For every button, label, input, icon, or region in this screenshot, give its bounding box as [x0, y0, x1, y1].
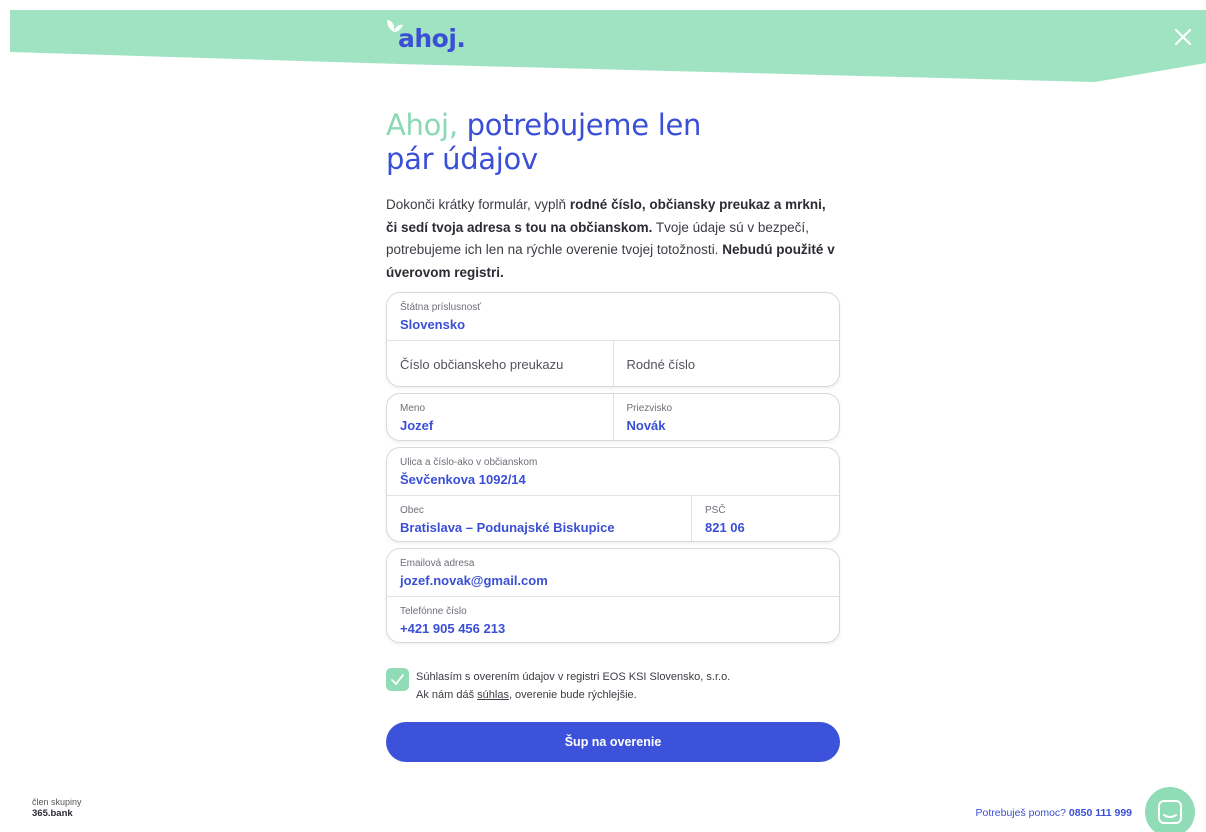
email-label: Emailová adresa [400, 558, 475, 569]
title-line2: pár údajov [386, 142, 538, 176]
nationality-label: Štátna príslusnosť [400, 302, 482, 313]
city-row: Obec Bratislava – Podunajské Biskupice P… [387, 495, 839, 541]
header-banner: ahoj. [0, 0, 1206, 90]
first-name-field[interactable]: Meno Jozef [387, 394, 613, 440]
consent-checkbox[interactable] [386, 668, 409, 691]
intro-paragraph: Dokonči krátky formulár, vyplň rodné čís… [386, 194, 840, 284]
banner-background [10, 10, 1206, 82]
name-card: Meno Jozef Priezvisko Novák [386, 393, 840, 441]
email-row: Emailová adresa jozef.novak@gmail.com [387, 549, 839, 596]
phone-label: Telefónne číslo [400, 606, 467, 617]
help-text: Potrebuješ pomoc? [975, 807, 1069, 819]
id-card-number-field[interactable]: Číslo občianskeho preukazu [387, 341, 613, 386]
last-name-value: Novák [626, 418, 666, 433]
submit-verification-button[interactable]: Šup na overenie [386, 722, 840, 762]
birth-number-field[interactable]: Rodné číslo [612, 341, 840, 386]
member-text: člen skupiny [32, 797, 82, 807]
group-membership: člen skupiny 365.bank [32, 797, 82, 819]
zip-field[interactable]: PSČ 821 06 [691, 496, 839, 541]
nationality-row: Štátna príslusnosť Slovensko [387, 293, 839, 340]
consent-text: Súhlasím s overením údajov v registri EO… [416, 668, 730, 704]
last-name-field[interactable]: Priezvisko Novák [612, 394, 840, 440]
ahoj-logo[interactable]: ahoj. [384, 18, 474, 58]
street-label: Ulica a číslo-ako v občianskom [400, 457, 538, 468]
group-brand-logo[interactable]: 365.bank [32, 808, 82, 819]
chat-icon [1158, 800, 1182, 824]
chat-button[interactable] [1145, 787, 1195, 832]
nationality-field[interactable]: Štátna príslusnosť Slovensko [387, 293, 839, 340]
last-name-label: Priezvisko [626, 403, 673, 414]
nationality-value: Slovensko [400, 317, 466, 332]
consent-link[interactable]: súhlas [477, 689, 509, 701]
zip-value: 821 06 [705, 520, 745, 535]
city-value: Bratislava – Podunajské Biskupice [400, 520, 615, 535]
title-greeting: Ahoj, [386, 108, 458, 142]
document-row: Číslo občianskeho preukazu Rodné číslo [387, 340, 840, 386]
phone-value: +421 905 456 213 [400, 621, 506, 636]
phone-row: Telefónne číslo +421 905 456 213 [387, 596, 839, 642]
close-button[interactable] [1170, 24, 1196, 50]
identity-card: Štátna príslusnosť Slovensko Číslo občia… [386, 292, 840, 387]
address-card: Ulica a číslo-ako v občianskom Ševčenkov… [386, 447, 840, 542]
street-row: Ulica a číslo-ako v občianskom Ševčenkov… [387, 448, 839, 495]
logo-text: ahoj. [398, 24, 466, 53]
street-value: Ševčenkova 1092/14 [400, 472, 526, 487]
city-field[interactable]: Obec Bratislava – Podunajské Biskupice [387, 496, 691, 541]
consent-line-2-end: , overenie bude rýchlejšie. [508, 689, 637, 701]
checkmark-icon [391, 674, 404, 685]
contact-card: Emailová adresa jozef.novak@gmail.com Te… [386, 548, 840, 643]
consent-line-1: Súhlasím s overením údajov v registri EO… [416, 671, 731, 683]
id-card-number-placeholder: Číslo občianskeho preukazu [400, 357, 564, 372]
title-rest: potrebujeme len [457, 108, 702, 142]
help-contact: Potrebuješ pomoc? 0850 111 999 [976, 807, 1132, 819]
first-name-label: Meno [400, 403, 426, 414]
email-value: jozef.novak@gmail.com [400, 573, 548, 588]
street-field[interactable]: Ulica a číslo-ako v občianskom Ševčenkov… [387, 448, 839, 495]
email-field[interactable]: Emailová adresa jozef.novak@gmail.com [387, 549, 839, 596]
name-row: Meno Jozef Priezvisko Novák [387, 394, 840, 440]
main-content: Ahoj, potrebujeme len pár údajov Dokonči… [386, 108, 840, 284]
phone-field[interactable]: Telefónne číslo +421 905 456 213 [387, 597, 839, 642]
first-name-value: Jozef [400, 418, 434, 433]
help-phone-link[interactable]: 0850 111 999 [1069, 807, 1132, 819]
close-icon [1174, 28, 1192, 46]
birth-number-placeholder: Rodné číslo [626, 357, 696, 372]
intro-text-1: Dokonči krátky formulár, vyplň [386, 197, 570, 212]
city-label: Obec [400, 505, 424, 516]
zip-label: PSČ [705, 505, 726, 516]
consent-line-2-start: Ak nám dáš [416, 689, 478, 701]
page-title: Ahoj, potrebujeme len pár údajov [386, 108, 840, 176]
